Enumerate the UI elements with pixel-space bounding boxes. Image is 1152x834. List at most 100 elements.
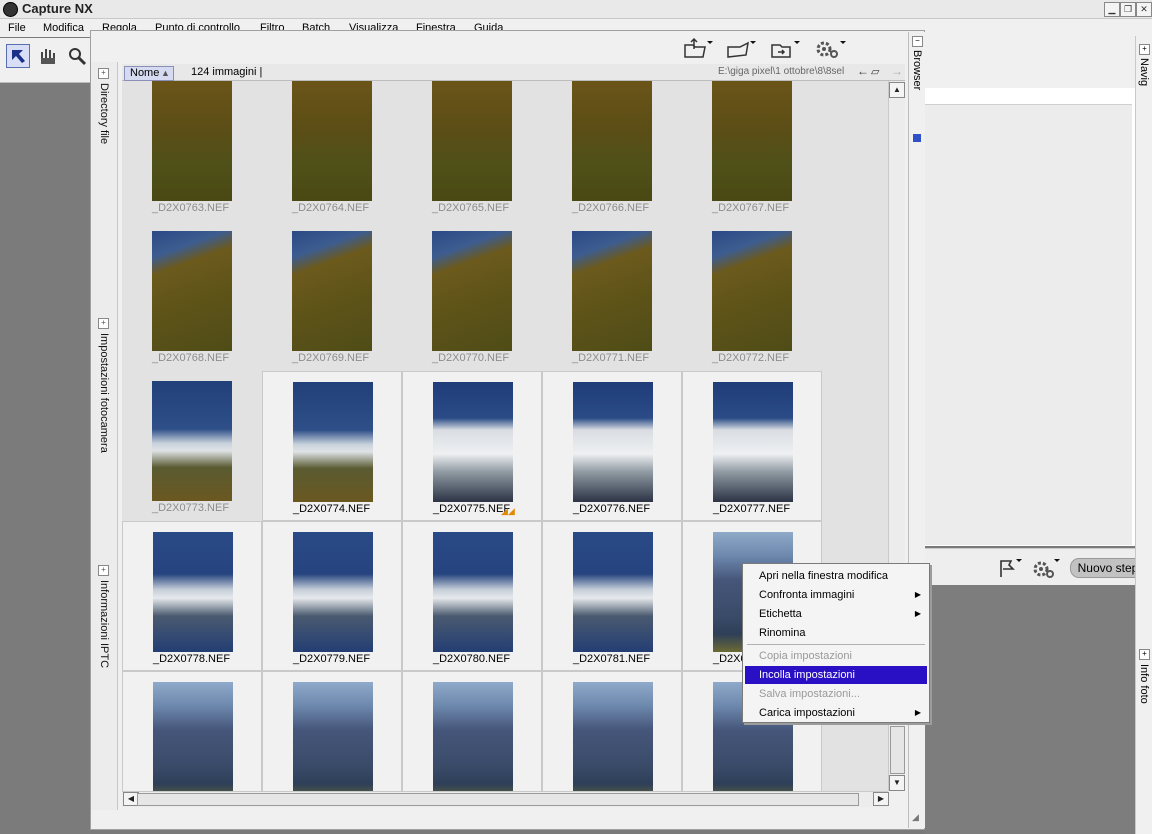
thumbnail-cell[interactable]: _D2X0785.NEF◢◢ — [402, 671, 542, 791]
menu-modifica[interactable]: Modifica — [43, 22, 84, 34]
thumbnail-cell[interactable]: _D2X0774.NEF — [262, 371, 402, 521]
context-menu-item-label: Rinomina — [759, 627, 806, 639]
context-menu-item[interactable]: Confronta immagini ▶ — [745, 586, 927, 604]
thumbnail-cell[interactable]: _D2X0779.NEF — [262, 521, 402, 671]
folder-icon[interactable]: ▱ — [871, 65, 879, 78]
expand-navig-icon[interactable]: + — [1139, 44, 1150, 55]
thumbnail-image[interactable] — [573, 382, 653, 502]
expand-info-foto-icon[interactable]: + — [1139, 649, 1150, 660]
context-menu-separator — [747, 644, 925, 645]
maximize-button[interactable]: ❐ — [1120, 2, 1136, 17]
thumbnail-image[interactable] — [153, 532, 233, 652]
thumbnail-cell[interactable]: _D2X0763.NEF — [122, 81, 262, 221]
thumbnail-image[interactable] — [432, 231, 512, 351]
thumbnail-image[interactable] — [292, 231, 372, 351]
window-resize-icon[interactable]: ◢ — [912, 812, 922, 822]
context-menu: Apri nella finestra modifica Confronta im… — [742, 563, 930, 723]
thumbnail-cell[interactable]: _D2X0765.NEF — [402, 81, 542, 221]
thumbnail-cell[interactable]: _D2X0773.NEF — [122, 371, 262, 521]
thumbnail-cell[interactable]: _D2X0764.NEF — [262, 81, 402, 221]
thumbnail-cell[interactable]: _D2X0772.NEF — [682, 221, 822, 371]
thumbnail-image[interactable] — [152, 231, 232, 351]
thumbnail-image[interactable] — [572, 81, 652, 201]
thumbnail-cell[interactable]: _D2X0781.NEF — [542, 521, 682, 671]
thumbnail-image[interactable] — [433, 532, 513, 652]
thumbnail-cell[interactable]: _D2X0771.NEF — [542, 221, 682, 371]
resize-grip-icon[interactable] — [913, 134, 921, 142]
thumbnail-filename: _D2X0774.NEF — [293, 503, 371, 515]
close-button[interactable]: ✕ — [1136, 2, 1152, 17]
back-arrow-icon[interactable]: ← — [857, 64, 869, 78]
thumbnail-image[interactable] — [432, 81, 512, 201]
scroll-up-button[interactable]: ▲ — [889, 82, 905, 98]
scroll-down-button[interactable]: ▼ — [889, 775, 905, 791]
context-menu-item[interactable]: Apri nella finestra modifica — [745, 567, 927, 585]
left-panel-tabs: + Directory file + Impostazioni fotocame… — [91, 62, 118, 810]
forward-arrow-icon[interactable]: → — [891, 64, 903, 78]
thumbnail-image[interactable] — [712, 231, 792, 351]
thumbnail-image[interactable] — [433, 382, 513, 502]
open-folder-button[interactable] — [683, 37, 713, 59]
sort-by-name-button[interactable]: Nome ▲ — [124, 66, 174, 81]
menu-file[interactable]: File — [8, 22, 26, 34]
folder-arrow-icon — [771, 41, 800, 58]
context-menu-item[interactable]: Carica impostazioni ▶ — [745, 704, 927, 722]
context-menu-item[interactable]: Salva impostazioni... — [745, 685, 927, 703]
thumbnail-cell[interactable]: _D2X0776.NEF — [542, 371, 682, 521]
thumbnail-cell[interactable]: _D2X0780.NEF — [402, 521, 542, 671]
tab-impostazioni-fotocamera[interactable]: + Impostazioni fotocamera — [93, 318, 115, 456]
thumbnail-image[interactable] — [152, 81, 232, 201]
context-menu-item-label: Apri nella finestra modifica — [759, 570, 889, 582]
thumbnail-image[interactable] — [712, 81, 792, 201]
thumbnail-image[interactable] — [713, 382, 793, 502]
expand-icon[interactable]: + — [98, 318, 109, 329]
horizontal-scroll-thumb[interactable] — [137, 793, 859, 806]
thumbnail-cell[interactable]: _D2X0766.NEF — [542, 81, 682, 221]
right-panel-tabs: + Navig + Info foto — [1135, 36, 1152, 834]
thumbnail-filename: _D2X0778.NEF — [153, 653, 231, 665]
thumbnail-cell[interactable]: _D2X0784.NEF◢◢ — [262, 671, 402, 791]
thumbnail-cell[interactable]: _D2X0777.NEF — [682, 371, 822, 521]
thumbnail-cell[interactable]: _D2X0767.NEF — [682, 81, 822, 221]
thumbnail-image[interactable] — [153, 682, 233, 791]
thumbnail-image[interactable] — [573, 682, 653, 791]
thumbnail-image[interactable] — [293, 382, 373, 502]
thumbnail-cell[interactable]: _D2X0775.NEF ◢◢ — [402, 371, 542, 521]
browser-settings-button[interactable] — [814, 37, 846, 59]
thumbnail-cell[interactable]: _D2X0768.NEF — [122, 221, 262, 371]
context-menu-item[interactable]: Incolla impostazioni — [745, 666, 927, 684]
step-settings-button[interactable] — [1031, 557, 1061, 582]
thumbnail-image[interactable] — [433, 682, 513, 791]
select-tool-button[interactable] — [6, 44, 30, 68]
scroll-right-button[interactable]: ▶ — [873, 792, 889, 806]
thumbnail-image[interactable] — [572, 231, 652, 351]
tab-informazioni-iptc[interactable]: + Informazioni IPTC — [93, 565, 115, 671]
context-menu-item[interactable]: Rinomina — [745, 624, 927, 642]
zoom-tool-button[interactable] — [67, 46, 87, 66]
thumbnail-image[interactable] — [292, 81, 372, 201]
context-menu-item[interactable]: Copia impostazioni — [745, 647, 927, 665]
tab-info-foto[interactable]: Info foto — [1138, 664, 1150, 704]
tab-navig[interactable]: Navig — [1138, 58, 1150, 86]
thumbnail-cell[interactable]: _D2X0783.NEF — [122, 671, 262, 791]
hand-tool-button[interactable] — [37, 46, 57, 66]
thumbnail-cell[interactable]: _D2X0769.NEF — [262, 221, 402, 371]
thumbnail-cell[interactable]: _D2X0778.NEF — [122, 521, 262, 671]
thumbnail-cell[interactable]: _D2X0786.NEF — [542, 671, 682, 791]
tag-folder-button[interactable] — [726, 37, 756, 59]
thumbnail-image[interactable] — [293, 682, 373, 791]
minimize-button[interactable]: ▁ — [1104, 2, 1120, 17]
folder-history-button[interactable] — [770, 37, 800, 59]
thumbnail-cell[interactable]: _D2X0770.NEF — [402, 221, 542, 371]
vertical-scroll-thumb[interactable] — [890, 726, 905, 774]
tab-directory-file[interactable]: + Directory file — [93, 68, 115, 147]
flag-step-button[interactable] — [997, 557, 1023, 582]
expand-icon[interactable]: + — [98, 68, 109, 79]
right-workspace-background — [925, 585, 1135, 834]
collapse-icon[interactable]: − — [912, 36, 923, 47]
thumbnail-image[interactable] — [293, 532, 373, 652]
thumbnail-image[interactable] — [152, 381, 232, 501]
context-menu-item[interactable]: Etichetta ▶ — [745, 605, 927, 623]
thumbnail-image[interactable] — [573, 532, 653, 652]
expand-icon[interactable]: + — [98, 565, 109, 576]
